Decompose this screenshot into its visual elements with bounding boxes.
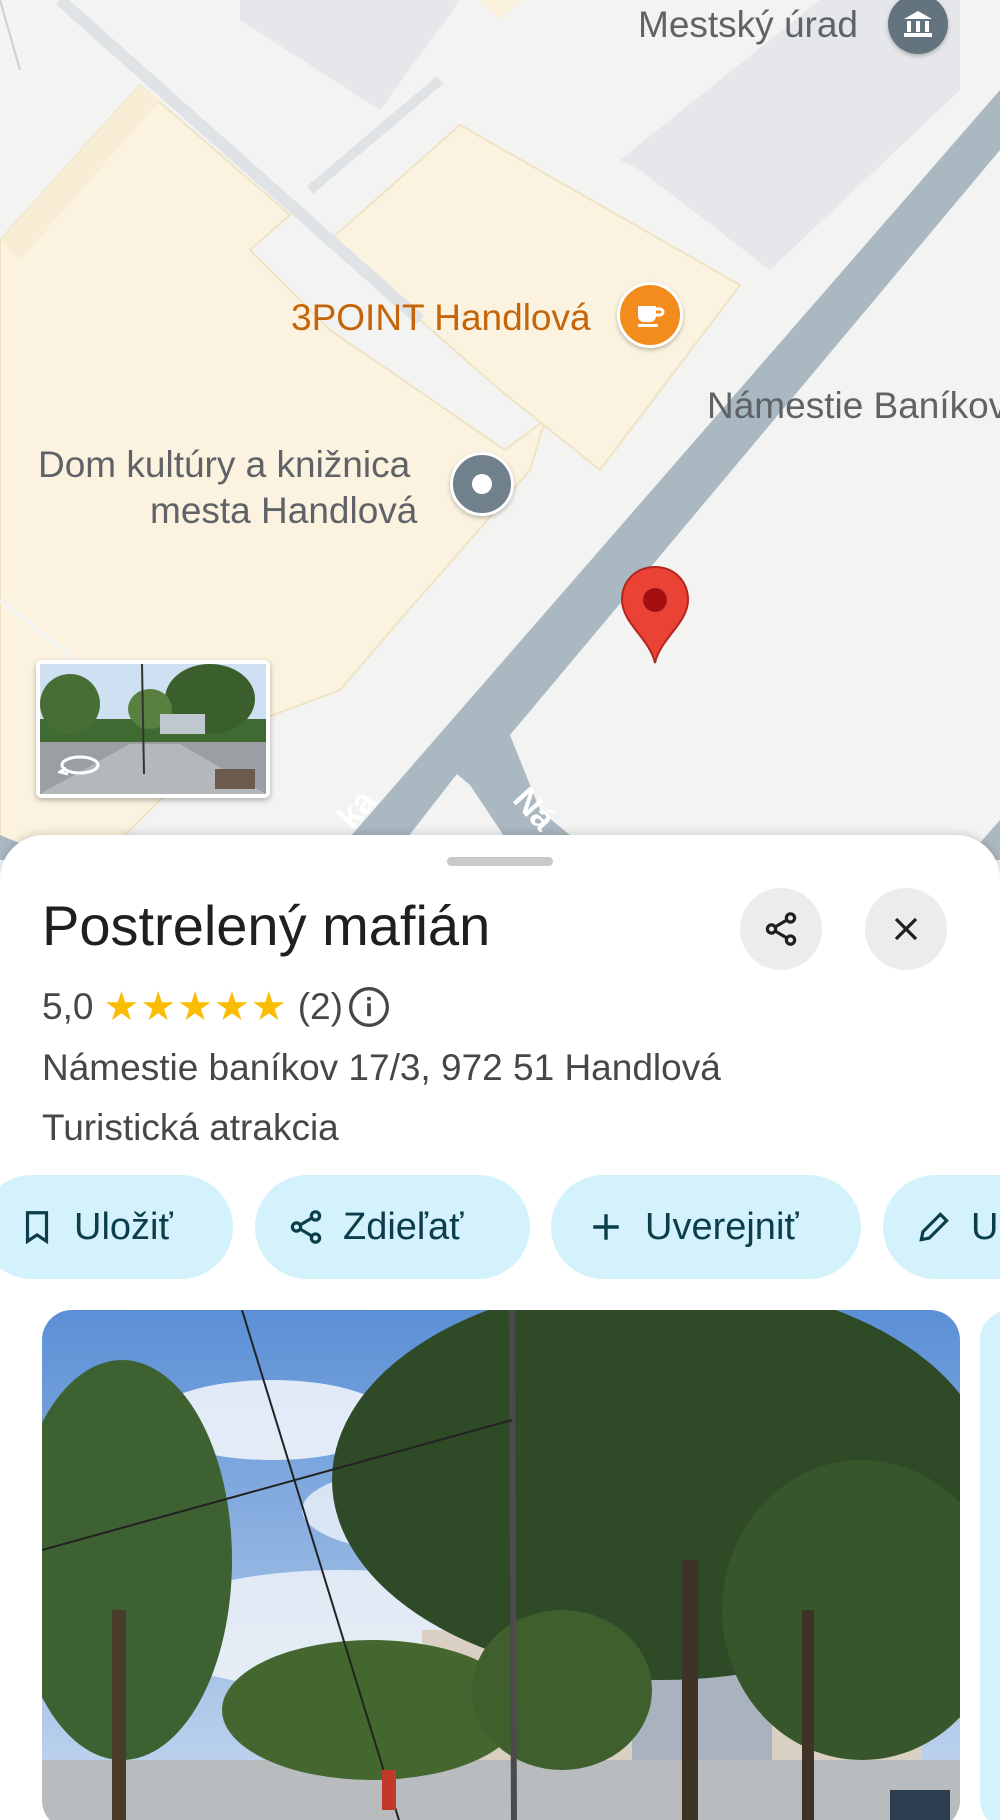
edit-chip-button[interactable]: U <box>883 1175 1000 1279</box>
share-icon <box>290 1210 322 1244</box>
red-location-pin-icon[interactable] <box>620 565 690 665</box>
place-category: Turistická atrakcia <box>42 1107 339 1148</box>
city-office-label[interactable]: Mestský úrad <box>638 4 858 46</box>
close-icon <box>894 917 918 941</box>
drag-handle[interactable] <box>447 857 553 866</box>
star-rating: ★★★★★ <box>103 985 288 1029</box>
share-button[interactable] <box>740 888 822 970</box>
pencil-icon <box>919 1212 949 1242</box>
share-chip-button[interactable]: Zdieľať <box>255 1175 530 1279</box>
next-photo-peek[interactable] <box>980 1310 1000 1820</box>
street-view-rotate-icon <box>56 752 102 783</box>
place-dot-icon[interactable] <box>450 452 514 516</box>
place-title: Postrelený mafián <box>42 894 491 957</box>
plus-icon <box>593 1214 619 1240</box>
share-chip-label: Zdieľať <box>343 1205 464 1248</box>
place-address: Námestie baníkov 17/3, 972 51 Handlová <box>42 1047 721 1088</box>
save-chip-button[interactable]: Uložiť <box>0 1175 233 1279</box>
street-view-thumbnail[interactable] <box>36 660 270 798</box>
map-view[interactable]: ka Ná Mestský úrad 3POINT Handlová Námes… <box>0 0 1000 860</box>
info-icon[interactable] <box>347 985 391 1029</box>
culture-house-label-line2[interactable]: mesta Handlová <box>150 490 417 532</box>
share-icon <box>765 912 797 946</box>
place-details-sheet[interactable]: Postrelený mafián 5,0 ★★★★★ (2) Námestie… <box>0 835 1000 1820</box>
rating-row[interactable]: 5,0 ★★★★★ (2) <box>42 985 391 1029</box>
edit-chip-label: U <box>971 1205 999 1248</box>
close-button[interactable] <box>865 888 947 970</box>
post-chip-label: Uverejniť <box>645 1205 799 1248</box>
place-photo[interactable] <box>42 1310 960 1820</box>
square-label[interactable]: Námestie Baníkov <box>707 385 1000 427</box>
rating-value: 5,0 <box>42 986 94 1027</box>
cafe-label[interactable]: 3POINT Handlová <box>291 297 591 339</box>
action-chips: Uložiť Zdieľať Uverejniť U <box>0 1175 1000 1281</box>
coffee-cup-icon[interactable] <box>617 282 683 348</box>
bookmark-icon <box>25 1211 49 1245</box>
post-chip-button[interactable]: Uverejniť <box>551 1175 861 1279</box>
culture-house-label-line1[interactable]: Dom kultúry a knižnica <box>38 444 410 486</box>
save-chip-label: Uložiť <box>74 1205 173 1248</box>
review-count[interactable]: (2) <box>298 986 343 1028</box>
